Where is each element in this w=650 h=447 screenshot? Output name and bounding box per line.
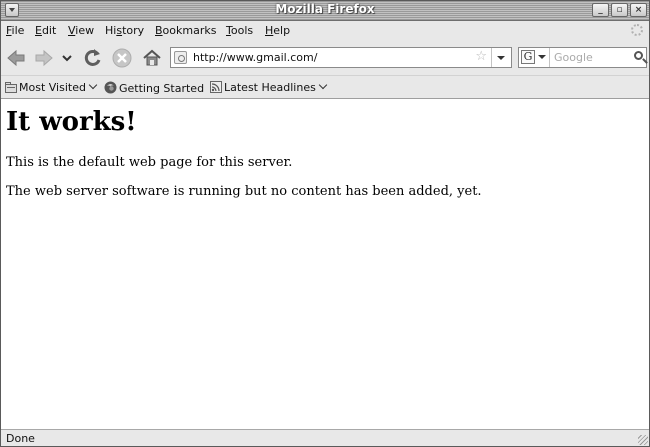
menu-history[interactable]: History <box>105 24 144 37</box>
site-identity-icon[interactable] <box>174 51 187 64</box>
menu-tools[interactable]: Tools <box>226 24 253 37</box>
bookmarks-toolbar: Most Visited Getting Started Latest Head… <box>1 75 649 99</box>
search-separator <box>549 48 550 67</box>
search-box[interactable]: G Google <box>518 47 647 68</box>
menu-view[interactable]: View <box>68 24 94 37</box>
chevron-down-icon <box>318 80 328 90</box>
back-arrow-icon[interactable] <box>5 47 27 69</box>
activity-throbber-icon <box>631 24 643 36</box>
status-text: Done <box>6 432 35 445</box>
google-engine-icon[interactable]: G <box>521 50 535 64</box>
bookmark-latest-headlines[interactable]: Latest Headlines <box>210 80 328 94</box>
engine-dropdown-icon[interactable] <box>538 55 546 59</box>
reload-icon[interactable] <box>82 47 104 69</box>
status-bar: Done <box>1 429 649 446</box>
window-title: Mozilla Firefox <box>275 2 375 16</box>
folder-icon <box>5 82 17 93</box>
page-content: It works! This is the default web page f… <box>1 99 649 429</box>
menu-help[interactable]: Help <box>265 24 290 37</box>
bookmark-getting-started[interactable]: Getting Started <box>104 81 204 95</box>
page-heading: It works! <box>6 107 137 137</box>
url-dropdown-button[interactable] <box>491 48 511 67</box>
home-icon[interactable] <box>141 47 163 69</box>
menu-bookmarks[interactable]: Bookmarks <box>155 24 216 37</box>
menu-edit[interactable]: Edit <box>35 24 56 37</box>
menu-bar: File Edit View History Bookmarks Tools H… <box>1 21 649 41</box>
minimize-button[interactable]: _ <box>592 3 609 17</box>
maximize-button[interactable]: ▫ <box>611 3 628 17</box>
resize-grip-icon[interactable] <box>638 435 648 445</box>
history-dropdown-icon[interactable] <box>60 47 74 69</box>
page-paragraph-2: The web server software is running but n… <box>6 184 482 199</box>
forward-arrow-icon[interactable] <box>33 47 55 69</box>
url-text: http://www.gmail.com/ <box>193 51 318 64</box>
menu-file[interactable]: File <box>6 24 24 37</box>
browser-window: Mozilla Firefox _ ▫ × File Edit View His… <box>0 0 650 447</box>
page-paragraph-1: This is the default web page for this se… <box>6 155 293 170</box>
search-placeholder: Google <box>554 51 593 64</box>
address-bar[interactable]: http://www.gmail.com/ ☆ <box>170 47 512 68</box>
rss-feed-icon <box>210 81 222 93</box>
chevron-down-icon <box>88 80 98 90</box>
title-bar: Mozilla Firefox _ ▫ × <box>1 1 649 21</box>
close-button[interactable]: × <box>630 3 647 17</box>
stop-icon[interactable] <box>111 47 133 69</box>
search-magnifier-icon[interactable] <box>634 51 643 60</box>
firefox-icon <box>104 81 117 94</box>
bookmark-star-icon[interactable]: ☆ <box>475 49 487 64</box>
bookmark-most-visited[interactable]: Most Visited <box>5 80 98 94</box>
navigation-toolbar: http://www.gmail.com/ ☆ G Google <box>1 42 649 74</box>
